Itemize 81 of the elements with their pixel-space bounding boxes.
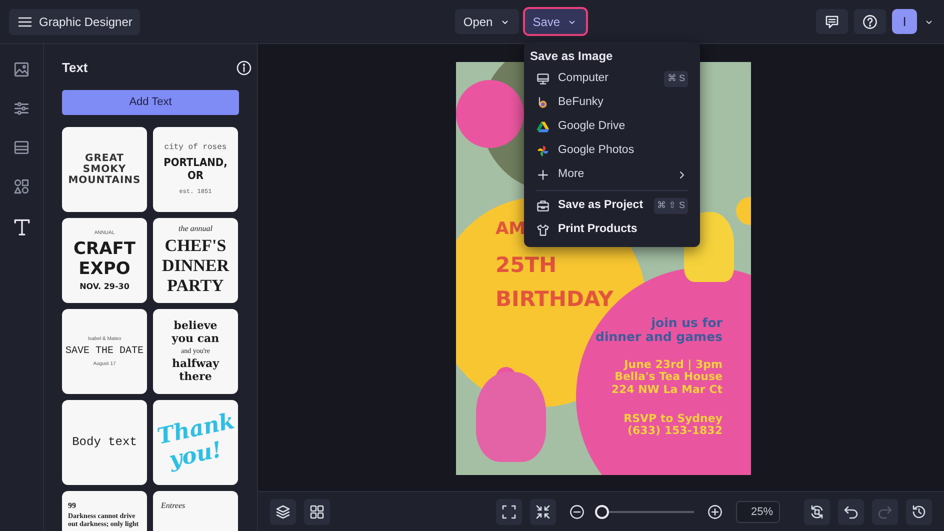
- app-menu-button[interactable]: Graphic Designer: [9, 8, 140, 34]
- layout-icon: [13, 139, 30, 156]
- shirt-icon: [536, 223, 550, 237]
- fit-screen-button[interactable]: [496, 498, 522, 524]
- zoom-slider-thumb[interactable]: [594, 504, 609, 518]
- template-text: CHEF'S: [164, 236, 226, 256]
- template-text: there: [179, 370, 212, 383]
- zoom-percent-field[interactable]: 25%: [736, 500, 780, 522]
- fit-icon: [501, 504, 517, 520]
- template-text: CRAFT: [74, 238, 136, 258]
- menu-item[interactable]: Computer ⌘ S: [530, 67, 694, 91]
- template-text: PARTY: [167, 276, 224, 296]
- save-button[interactable]: Save: [524, 9, 586, 34]
- redo-icon: [877, 504, 893, 520]
- poster-invite-text: join us for dinner and games: [596, 316, 722, 344]
- template-text: DINNER: [162, 256, 230, 276]
- template-text: NOV. 29-30: [80, 282, 130, 290]
- text-template-tile[interactable]: GREAT SMOKY MOUNTAINS: [62, 126, 147, 212]
- shapes-icon: [13, 178, 30, 195]
- poster-details-text: June 23rd | 3pm Bella's Tea House 224 NW La Mar Ct: [611, 359, 722, 396]
- template-text: EXPO: [78, 258, 130, 278]
- panel-title: Text: [62, 59, 88, 77]
- poster-title-line: BIRTHDAY: [496, 288, 614, 312]
- poster-title-line: 25TH: [496, 254, 557, 278]
- help-icon: [862, 14, 878, 30]
- shrink-icon: [535, 504, 551, 520]
- plus-icon: [536, 168, 550, 182]
- menu-item[interactable]: Google Photos: [530, 139, 694, 163]
- replace-button[interactable]: [804, 498, 830, 524]
- menu-heading: Save as Image: [530, 48, 614, 65]
- comment-icon: [824, 14, 840, 30]
- monitor-icon: [536, 72, 550, 86]
- text-template-tile[interactable]: the annual CHEF'S DINNER PARTY: [153, 218, 238, 302]
- help-button[interactable]: [854, 9, 886, 34]
- template-text: the annual: [178, 224, 212, 233]
- template-text: SMOKY: [82, 164, 126, 174]
- history-button[interactable]: [906, 498, 932, 524]
- menu-item[interactable]: Save as Project ⌘ ⇧ S: [530, 194, 694, 218]
- menu-item[interactable]: BeFunky: [530, 91, 694, 115]
- refresh-icon: [809, 504, 825, 520]
- template-text: Entrees: [161, 500, 186, 510]
- template-text: city of roses: [164, 143, 227, 152]
- shortcut-hint: ⌘ ⇧ S: [654, 198, 688, 214]
- template-text: PORTLAND, OR: [162, 156, 228, 182]
- image-icon: [13, 61, 30, 78]
- grid-button[interactable]: [304, 498, 330, 524]
- text-template-tile[interactable]: Entrees: [153, 490, 238, 531]
- poster-rsvp-text: RSVP to Sydney (633) 153-1832: [624, 413, 722, 438]
- template-text: GREAT: [84, 152, 124, 164]
- shortcut-hint: ⌘ S: [664, 71, 688, 87]
- briefcase-icon: [536, 199, 550, 213]
- template-text: MOUNTAINS: [68, 174, 141, 186]
- template-text: believe: [174, 319, 218, 332]
- zoom-out-icon: [569, 504, 585, 520]
- text-template-tile[interactable]: Body text: [62, 400, 147, 484]
- template-text: SAVE THE DATE: [65, 346, 144, 356]
- template-text: 99: [68, 500, 76, 510]
- comments-button[interactable]: [816, 9, 848, 34]
- avatar-button[interactable]: I: [892, 9, 917, 34]
- text-icon: [12, 217, 32, 237]
- layers-icon: [275, 504, 291, 520]
- history-icon: [911, 504, 927, 520]
- actual-size-button[interactable]: [530, 498, 556, 524]
- triangle-logo-icon: [536, 120, 550, 134]
- menu-item[interactable]: Print Products: [530, 218, 694, 242]
- menu-item[interactable]: More: [530, 163, 694, 187]
- zoom-in-icon: [707, 504, 723, 520]
- template-text: halfway: [172, 357, 220, 370]
- template-text: Body text: [72, 435, 137, 449]
- undo-icon: [843, 504, 859, 520]
- open-button[interactable]: Open: [455, 9, 519, 34]
- poster-title-line: AM: [496, 220, 526, 240]
- menu-item[interactable]: Google Drive: [530, 115, 694, 139]
- add-text-button[interactable]: Add Text: [62, 90, 239, 114]
- pinwheel-logo-icon: [536, 144, 550, 158]
- undo-button[interactable]: [838, 498, 864, 524]
- grid-icon: [309, 504, 325, 520]
- template-text: you can: [172, 332, 220, 345]
- sliders-icon: [13, 100, 30, 117]
- info-icon[interactable]: [236, 60, 252, 76]
- layers-button[interactable]: [270, 498, 296, 524]
